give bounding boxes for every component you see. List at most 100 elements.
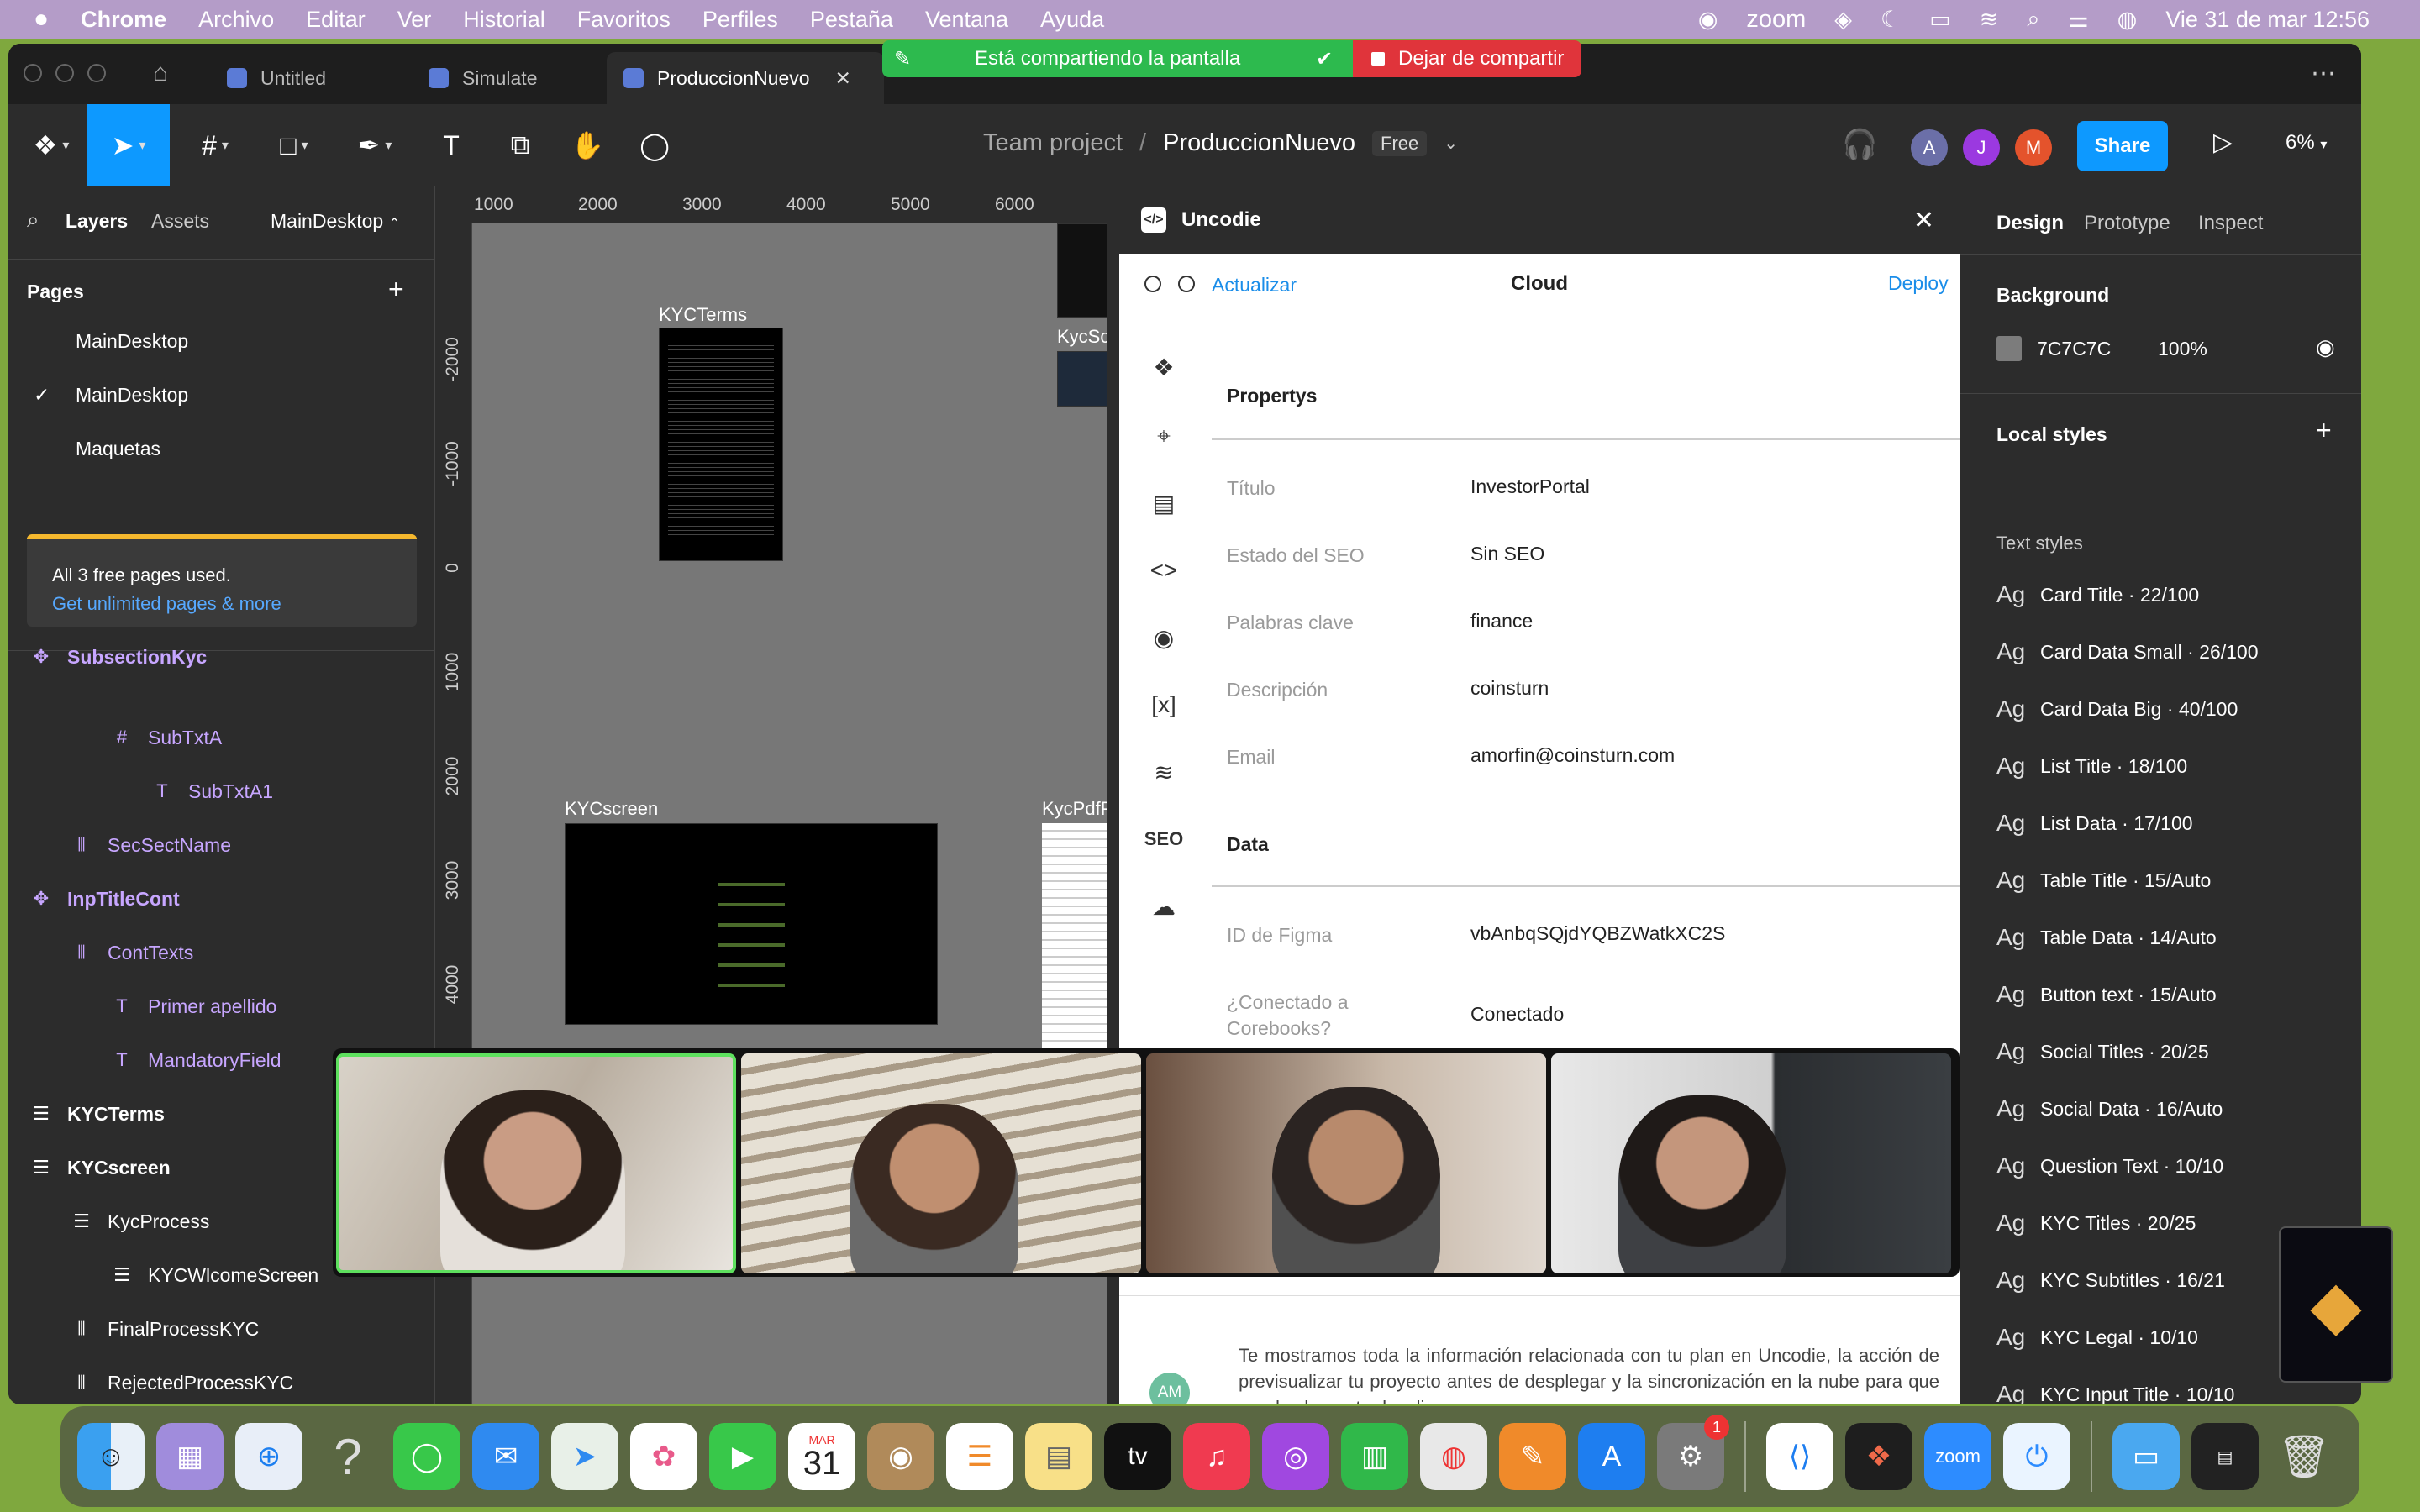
frame-kycterms[interactable]	[659, 328, 783, 561]
shape-tool-icon[interactable]: □ ▾	[260, 119, 328, 171]
frame-kycscreen-2[interactable]	[1057, 351, 1107, 407]
radio-dot-icon[interactable]	[1178, 276, 1195, 292]
vscode-icon[interactable]: ⟨⟩	[1766, 1423, 1833, 1490]
avatar[interactable]: A	[1911, 129, 1948, 166]
property-value[interactable]: vbAnbqSQjdYQBZWatkXC2S	[1470, 922, 1725, 945]
page-selector[interactable]: MainDesktop ⌃	[271, 210, 400, 233]
avatar[interactable]: M	[2015, 129, 2052, 166]
menu-pestana[interactable]: Pestaña	[810, 7, 893, 33]
visibility-eye-icon[interactable]: ◉	[2316, 334, 2335, 360]
apple-tv-icon[interactable]: tv	[1104, 1423, 1171, 1490]
tab-close-icon[interactable]: ✕	[835, 67, 851, 90]
focus-moon-icon[interactable]: ☾	[1881, 7, 1901, 33]
mail-icon[interactable]: ✉	[472, 1423, 539, 1490]
calendar-icon[interactable]: MAR 31	[788, 1423, 855, 1490]
layer-item[interactable]: ⦀ SecSectName	[8, 818, 435, 872]
pen-tool-icon[interactable]: ✒ ▾	[341, 119, 408, 171]
text-style-item[interactable]: Ag Card Data Small · 26/100	[1996, 638, 2259, 665]
frame-partial[interactable]	[1057, 223, 1107, 318]
text-style-item[interactable]: Ag KYC Input Title · 10/10	[1996, 1381, 2234, 1404]
text-style-item[interactable]: Ag Button text · 15/Auto	[1996, 981, 2217, 1008]
tab-assets[interactable]: Assets	[151, 210, 209, 233]
wifi-icon[interactable]: ≋	[1980, 7, 1999, 33]
text-tool-icon[interactable]: T	[425, 119, 477, 171]
menu-ayuda[interactable]: Ayuda	[1040, 7, 1104, 33]
text-style-item[interactable]: Ag List Data · 17/100	[1996, 810, 2193, 837]
window-close-button[interactable]	[24, 64, 42, 82]
menu-app-name[interactable]: Chrome	[81, 7, 166, 33]
participant-video-tile[interactable]	[1551, 1053, 1951, 1273]
cursor-interaction-icon[interactable]: ⌖	[1143, 415, 1185, 457]
property-value[interactable]: finance	[1470, 610, 1533, 633]
text-style-item[interactable]: Ag Question Text · 10/10	[1996, 1152, 2223, 1179]
move-tool-button[interactable]: ➤ ▾	[87, 104, 170, 186]
close-icon[interactable]: ✕	[1913, 206, 1934, 235]
text-style-item[interactable]: Ag KYC Legal · 10/10	[1996, 1324, 2198, 1351]
components-icon[interactable]: ❖	[1143, 346, 1185, 388]
menu-historial[interactable]: Historial	[463, 7, 545, 33]
add-page-icon[interactable]: +	[388, 274, 404, 305]
finder-icon[interactable]: ☺	[77, 1423, 145, 1490]
layer-item[interactable]: ✥ InpTitleCont	[8, 872, 435, 926]
music-icon[interactable]: ♫	[1183, 1423, 1250, 1490]
background-opacity-input[interactable]: 100%	[2158, 338, 2207, 360]
layer-item[interactable]: # SubTxtA	[8, 711, 435, 764]
messages-icon[interactable]: ◯	[393, 1423, 460, 1490]
text-style-item[interactable]: Ag Table Data · 14/Auto	[1996, 924, 2217, 951]
property-value[interactable]: Sin SEO	[1470, 543, 1544, 565]
help-question-icon[interactable]: ?	[314, 1423, 381, 1490]
menu-ventana[interactable]: Ventana	[925, 7, 1008, 33]
audio-headphones-icon[interactable]: 🎧	[1842, 128, 1877, 161]
recent-window-thumbnail[interactable]: ▤	[2191, 1423, 2259, 1490]
home-icon[interactable]: ⌂	[153, 59, 168, 87]
update-link[interactable]: Actualizar	[1212, 274, 1297, 297]
tab-produccionnuevo[interactable]: ProduccionNuevo ✕	[607, 52, 884, 104]
frame-kycpdf[interactable]	[1042, 823, 1107, 1084]
battery-icon[interactable]: ▭	[1929, 7, 1951, 33]
safari-icon[interactable]: ⊕	[235, 1423, 302, 1490]
variables-icon[interactable]: [x]	[1143, 684, 1185, 726]
cloud-icon[interactable]: ☁	[1143, 885, 1185, 927]
text-style-item[interactable]: Ag Social Titles · 20/25	[1996, 1038, 2209, 1065]
code-icon[interactable]: <>	[1143, 549, 1185, 591]
zoom-level-dropdown[interactable]: 6% ▾	[2286, 131, 2327, 155]
tab-simulate[interactable]: Simulate	[412, 52, 597, 104]
team-project-link[interactable]: Team project	[983, 129, 1123, 157]
avatar[interactable]: J	[1963, 129, 2000, 166]
file-name[interactable]: ProduccionNuevo	[1163, 129, 1355, 157]
background-hex-input[interactable]: 7C7C7C	[2037, 338, 2111, 360]
numbers-icon[interactable]: ▥	[1341, 1423, 1408, 1490]
tab-inspect[interactable]: Inspect	[2198, 212, 2263, 235]
participant-video-tile[interactable]	[1146, 1053, 1546, 1273]
text-style-item[interactable]: Ag KYC Subtitles · 16/21	[1996, 1267, 2225, 1294]
window-minimize-button[interactable]	[55, 64, 74, 82]
chrome-icon[interactable]: ◍	[1420, 1423, 1487, 1490]
menu-archivo[interactable]: Archivo	[198, 7, 274, 33]
figma-icon[interactable]: ❖	[1845, 1423, 1912, 1490]
spotlight-search-icon[interactable]: ⌕	[2027, 6, 2039, 33]
resources-icon[interactable]: ⧉	[494, 119, 546, 171]
figma-menubar-icon[interactable]: ◈	[1834, 7, 1852, 33]
deploy-link[interactable]: Deploy	[1888, 272, 1949, 295]
launchpad-icon[interactable]: ▦	[156, 1423, 224, 1490]
maps-icon[interactable]: ➤	[551, 1423, 618, 1490]
upgrade-link[interactable]: Get unlimited pages & more	[52, 593, 392, 615]
stop-sharing-button[interactable]: Dejar de compartir	[1353, 40, 1581, 77]
page-item[interactable]: MainDesktop	[8, 314, 435, 368]
menu-favoritos[interactable]: Favoritos	[577, 7, 671, 33]
share-button[interactable]: Share	[2077, 121, 2168, 171]
property-value[interactable]: amorfin@coinsturn.com	[1470, 744, 1675, 767]
zoom-status-icon[interactable]: ◉	[1698, 7, 1718, 33]
database-icon[interactable]: ▤	[1143, 482, 1185, 524]
frame-label[interactable]: KYCTerms	[659, 304, 747, 326]
file-menu-chevron-icon[interactable]: ⌄	[1444, 133, 1458, 154]
tab-design[interactable]: Design	[1996, 212, 2064, 235]
text-style-item[interactable]: Ag Social Data · 16/Auto	[1996, 1095, 2223, 1122]
system-settings-icon[interactable]: ⚙ 1	[1657, 1415, 1729, 1490]
tab-untitled[interactable]: Untitled	[210, 52, 395, 104]
apple-menu-icon[interactable]: ●	[34, 5, 49, 34]
contacts-icon[interactable]: ◉	[867, 1423, 934, 1490]
tab-layers[interactable]: Layers	[66, 210, 128, 233]
frame-kycscreen[interactable]	[565, 823, 938, 1025]
frame-label[interactable]: KYCscreen	[565, 798, 658, 820]
